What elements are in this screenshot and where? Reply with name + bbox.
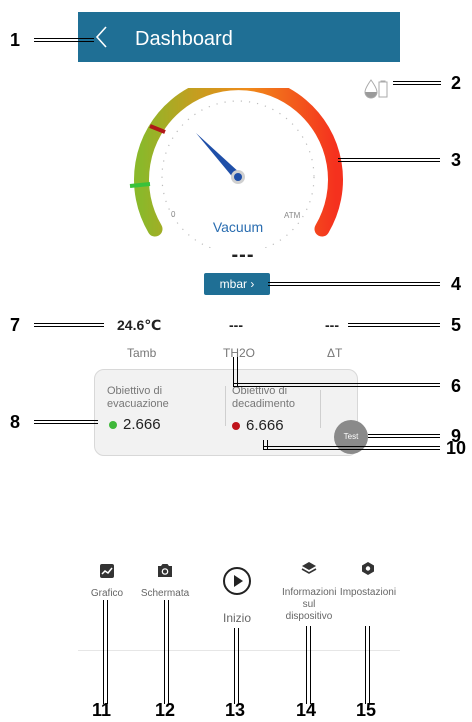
nav-chart-label[interactable]: Grafico	[84, 588, 130, 600]
leader-line-13	[234, 628, 239, 704]
bottom-divider	[78, 650, 400, 651]
callout-7: 7	[10, 315, 21, 335]
drop-battery-icon[interactable]	[364, 79, 390, 99]
water-temp-label: TH2O	[223, 346, 256, 360]
callout-10: 10	[446, 438, 467, 458]
ambient-temp-value: 24.6℃	[117, 317, 162, 333]
nav-start-label[interactable]: Inizio	[215, 612, 259, 624]
leader-line-5	[348, 323, 440, 327]
gauge-arc	[134, 88, 343, 237]
layers-icon[interactable]	[301, 560, 317, 576]
chevron-left-icon	[95, 26, 107, 48]
leader-line-6-h	[233, 383, 440, 387]
leader-line-1	[34, 38, 94, 42]
water-temp-value: ---	[229, 317, 243, 333]
nav-screenshot-label[interactable]: Schermata	[136, 588, 194, 600]
callout-13: 13	[225, 700, 246, 720]
scale-min-label: 0	[171, 210, 176, 219]
mode-label: Vacuum	[212, 219, 264, 235]
callout-5: 5	[451, 315, 462, 335]
leader-line-3	[338, 158, 440, 162]
decay-status-dot	[232, 422, 240, 430]
unit-button[interactable]: mbar ›	[204, 273, 270, 295]
callout-6: 6	[451, 376, 462, 396]
delta-temp-label: ΔT	[327, 346, 343, 360]
app-header: Dashboard	[78, 12, 400, 62]
leader-line-8	[34, 420, 98, 424]
leader-line-2	[393, 81, 441, 85]
callout-14: 14	[296, 700, 317, 720]
callout-12: 12	[155, 700, 176, 720]
callout-8: 8	[10, 412, 21, 432]
delta-temp-value: ---	[325, 317, 339, 333]
leader-line-4	[268, 282, 440, 286]
back-button[interactable]	[92, 24, 112, 50]
chart-icon[interactable]	[99, 563, 115, 579]
leader-line-9	[368, 434, 440, 438]
pressure-value: ---	[231, 244, 255, 266]
ambient-temp-label: Tamb	[127, 346, 157, 360]
scale-max-label: ATM	[284, 211, 301, 220]
play-icon[interactable]	[222, 566, 252, 596]
evacuation-target-marker	[129, 182, 151, 188]
evacuation-target-label: Obiettivo di evacuazione	[107, 385, 169, 410]
nav-settings-label[interactable]: Impostazioni	[338, 587, 398, 599]
card-divider-2	[320, 390, 321, 428]
callout-1: 1	[10, 30, 21, 50]
card-divider	[225, 386, 226, 426]
leader-line-7	[34, 323, 104, 327]
evacuation-status-dot	[109, 421, 117, 429]
gear-hex-icon[interactable]	[361, 561, 375, 576]
leader-line-14	[306, 626, 311, 704]
callout-4: 4	[451, 274, 462, 294]
leader-line-15	[365, 626, 370, 704]
callout-11: 11	[92, 700, 112, 720]
decay-target-value[interactable]: 6.666	[246, 417, 284, 434]
leader-line-12	[164, 600, 169, 704]
page-title: Dashboard	[135, 28, 233, 50]
evacuation-target-value[interactable]: 2.666	[123, 416, 161, 433]
camera-icon[interactable]	[156, 562, 174, 579]
callout-15: 15	[356, 700, 377, 720]
decay-target-label: Obiettivo di decadimento	[232, 385, 295, 410]
nav-device-info-label[interactable]: Informazioni sul dispositivo	[282, 587, 336, 623]
leader-line-11	[103, 600, 108, 704]
callout-2: 2	[451, 73, 462, 93]
callout-3: 3	[451, 150, 462, 170]
leader-line-10-h	[263, 446, 440, 450]
